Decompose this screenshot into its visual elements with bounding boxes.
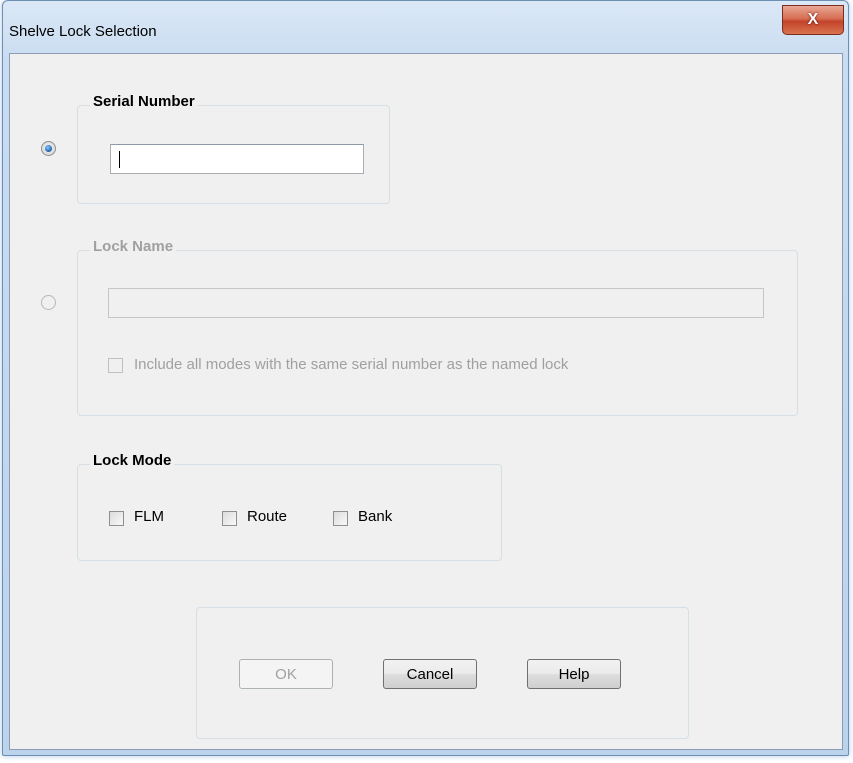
title-bar[interactable]: Shelve Lock Selection X (3, 1, 848, 53)
bank-label: Bank (358, 508, 393, 525)
cancel-button[interactable]: Cancel (383, 659, 477, 689)
lock-mode-group: Lock Mode FLM Route Bank (77, 452, 502, 561)
text-caret (119, 151, 120, 168)
route-label: Route (247, 508, 288, 525)
include-all-modes-checkbox[interactable] (108, 358, 123, 373)
route-checkbox[interactable] (222, 511, 237, 526)
help-button[interactable]: Help (527, 659, 621, 689)
close-icon: X (807, 11, 819, 28)
lock-name-group: Lock Name Include all modes with the sam… (77, 238, 798, 416)
ok-button[interactable]: OK (239, 659, 333, 689)
button-panel: OK Cancel Help (196, 607, 689, 739)
window-title: Shelve Lock Selection (9, 23, 157, 40)
include-all-modes-label: Include all modes with the same serial n… (134, 356, 569, 373)
dialog-client-area: Serial Number Lock Name Include all mode… (9, 53, 843, 750)
serial-number-legend: Serial Number (90, 93, 198, 110)
lock-name-input[interactable] (108, 288, 764, 318)
flm-label: FLM (134, 508, 164, 525)
serial-number-group: Serial Number (77, 93, 390, 204)
flm-checkbox[interactable] (109, 511, 124, 526)
close-button[interactable]: X (782, 5, 844, 35)
serial-number-radio[interactable] (41, 141, 56, 156)
lock-name-radio[interactable] (41, 295, 56, 310)
serial-number-input[interactable] (110, 144, 364, 174)
dialog-window: Shelve Lock Selection X Serial Number Lo… (2, 0, 849, 756)
bank-checkbox[interactable] (333, 511, 348, 526)
lock-mode-legend: Lock Mode (90, 452, 175, 469)
lock-name-legend: Lock Name (90, 238, 177, 255)
